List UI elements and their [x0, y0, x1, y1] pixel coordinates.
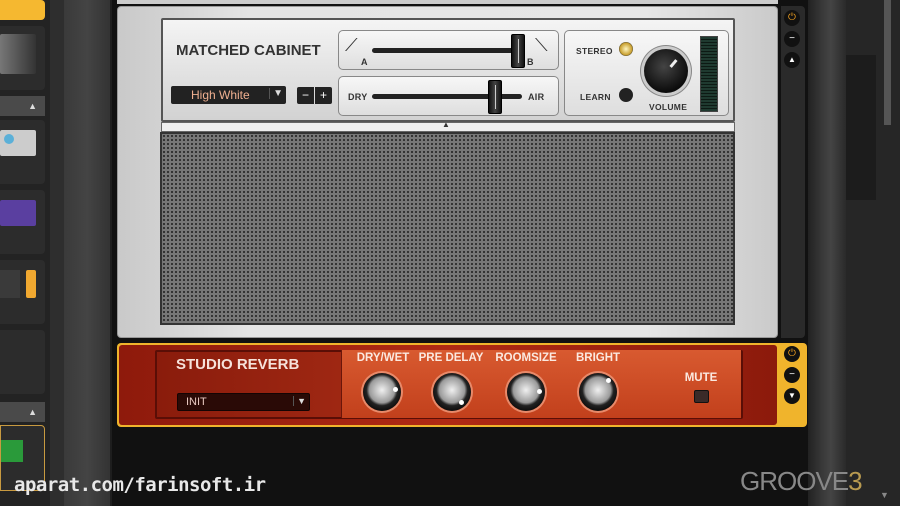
reverb-minimize-icon[interactable]: − [784, 367, 800, 383]
watermark-left: aparat.com/farinsoft.ir [14, 474, 266, 496]
left-sidebar: ▲ ▲ [0, 0, 50, 506]
preset-prev-button[interactable]: − [297, 87, 314, 104]
mic-b-icon: ⟍ [535, 35, 548, 55]
roomsize-knob[interactable] [507, 373, 545, 411]
cabinet-power-icon[interactable]: ⏻ [784, 10, 800, 26]
dry-wet-knob[interactable] [363, 373, 401, 411]
collapse-arrow-icon[interactable]: ▲ [442, 120, 450, 129]
mute-button[interactable] [694, 390, 709, 403]
device-thumb[interactable] [0, 120, 45, 184]
volume-knob[interactable] [644, 49, 688, 93]
output-meter [700, 36, 718, 112]
stereo-toggle[interactable] [619, 42, 633, 56]
right-scrollbar[interactable] [884, 0, 891, 125]
learn-button[interactable] [619, 88, 633, 102]
air-slider[interactable]: DRY AIR [338, 76, 559, 116]
panel-divider [50, 0, 64, 506]
reverb-preset-select[interactable]: INIT ▼ [177, 393, 310, 411]
collapse-icon[interactable]: ▲ [0, 96, 45, 116]
device-thumb[interactable] [0, 190, 45, 254]
collapse-icon[interactable]: ▲ [0, 402, 45, 422]
rack-top-edge [117, 0, 778, 4]
device-thumb[interactable] [0, 260, 45, 324]
dropdown-arrow-icon: ▼ [293, 396, 306, 406]
bright-knob[interactable] [579, 373, 617, 411]
empty-slot [0, 330, 45, 394]
pre-delay-knob[interactable] [433, 373, 471, 411]
right-panel-block [846, 55, 876, 200]
right-divider [808, 0, 846, 506]
mic-blend-slider[interactable]: ⟋ A B ⟍ [338, 30, 559, 70]
reverb-power-icon[interactable]: ⏻ [784, 346, 800, 362]
dropdown-arrow-icon: ▼ [269, 88, 283, 99]
mic-a-icon: ⟋ [345, 35, 358, 55]
cabinet-control-bar: MATCHED CABINET High White ▼ − + ⟋ A B ⟍… [161, 18, 735, 122]
device-thumb-selected[interactable] [0, 0, 45, 20]
preset-next-button[interactable]: + [315, 87, 332, 104]
cabinet-preset-select[interactable]: High White ▼ [171, 86, 286, 104]
mic-blend-thumb[interactable] [511, 34, 525, 68]
groove3-logo: GROOVE3 [740, 466, 863, 496]
air-thumb[interactable] [488, 80, 502, 114]
scroll-down-icon[interactable]: ▼ [880, 490, 889, 500]
scrollbar[interactable] [64, 0, 110, 506]
device-thumb[interactable] [0, 26, 45, 90]
cabinet-title: MATCHED CABINET [176, 42, 321, 59]
cabinet-minimize-icon[interactable]: − [784, 31, 800, 47]
cabinet-divider: ▲ [161, 120, 735, 132]
reverb-move-down-icon[interactable]: ▼ [784, 388, 800, 404]
cabinet-move-up-icon[interactable]: ▲ [784, 52, 800, 68]
reverb-title: STUDIO REVERB [176, 356, 300, 373]
reverb-knob-section: DRY/WET PRE DELAY ROOMSIZE BRIGHT MUTE [341, 350, 741, 418]
speaker-grille [160, 132, 735, 325]
